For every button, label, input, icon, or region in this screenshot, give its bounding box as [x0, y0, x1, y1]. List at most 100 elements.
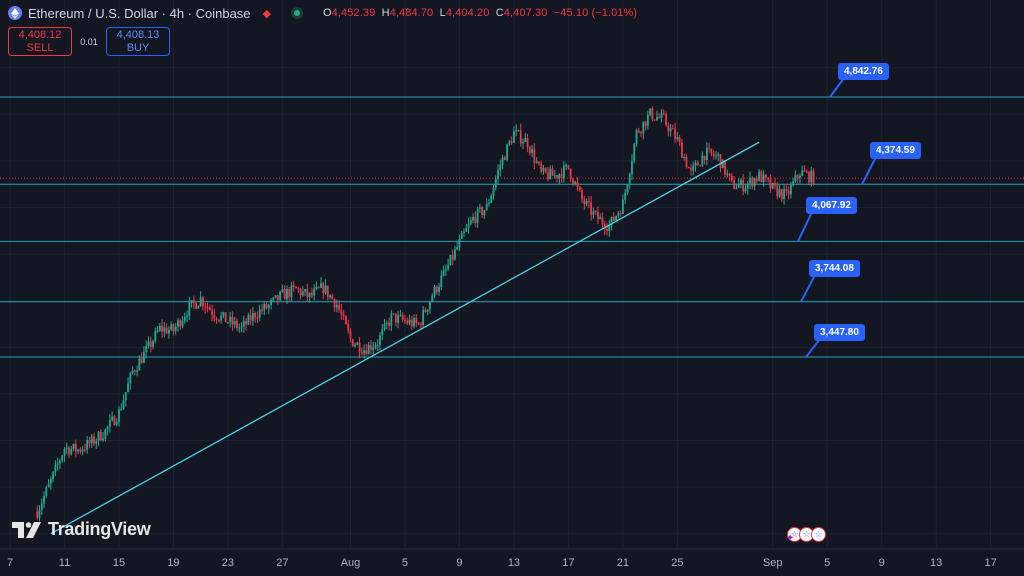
market-status-icon[interactable]	[291, 7, 304, 19]
candle	[492, 184, 495, 200]
sell-label: SELL	[26, 41, 54, 54]
candle	[556, 174, 558, 183]
level-callout[interactable]: 3,447.80	[814, 324, 865, 341]
x-tick-label: 15	[113, 557, 125, 569]
candle	[435, 285, 438, 295]
callout-pointer	[805, 338, 821, 358]
candle	[410, 315, 413, 330]
candle	[136, 365, 139, 377]
candle	[724, 159, 726, 178]
economic-events[interactable]: ✦ ☆ ☆ ☆	[786, 527, 826, 544]
buy-button[interactable]: 4,408.13 BUY	[106, 27, 170, 56]
candle	[124, 392, 127, 407]
candle	[597, 206, 599, 224]
candle	[304, 288, 306, 297]
low-value: 4,404.20	[445, 7, 490, 19]
candle	[524, 132, 527, 143]
tradingview-logo-icon	[12, 521, 41, 538]
open-label: O	[323, 7, 332, 19]
candle	[594, 210, 597, 215]
candle	[208, 304, 211, 311]
candle	[292, 280, 295, 292]
candle	[699, 164, 701, 167]
candle	[102, 432, 104, 442]
candle	[712, 150, 715, 160]
candle	[417, 321, 420, 326]
candle	[267, 303, 270, 315]
horizontal-levels[interactable]	[0, 77, 1024, 358]
candle	[224, 312, 227, 323]
candle	[544, 167, 547, 174]
candle	[474, 211, 477, 228]
candle	[646, 110, 649, 130]
candle	[433, 284, 436, 299]
close-value: 4,407.30	[503, 7, 548, 19]
candle	[572, 177, 574, 187]
sell-price: 4,408.12	[18, 28, 62, 41]
candle	[567, 165, 570, 170]
x-tick-label: 5	[824, 557, 830, 569]
candle	[808, 170, 810, 186]
candle	[506, 143, 509, 162]
candle	[317, 285, 320, 289]
trade-panel: 4,408.12 SELL 0.01 4,408.13 BUY	[8, 27, 170, 56]
symbol-title[interactable]: Ethereum / U.S. Dollar · 4h · Coinbase	[28, 6, 251, 21]
candle	[578, 185, 581, 192]
change-value: −45.10 (−1.01%)	[553, 7, 638, 19]
candle	[576, 177, 579, 192]
candle	[190, 300, 193, 308]
spread-value: 0.01	[80, 36, 98, 47]
candle	[708, 143, 711, 153]
candle	[463, 228, 465, 237]
candle	[401, 312, 404, 323]
candle	[283, 285, 286, 300]
price-chart[interactable]: 7 11 15 19 23 27 Aug 5 9 13 17 21 25 Sep 5 9 13 17	[0, 0, 1024, 576]
candle	[118, 406, 120, 427]
candle	[660, 109, 663, 123]
candle	[438, 282, 440, 296]
candle	[115, 418, 118, 427]
open-value: 4,452.39	[331, 7, 376, 19]
sell-button[interactable]: 4,408.12 SELL	[8, 27, 72, 56]
candle	[517, 129, 520, 132]
callout-pointer	[797, 211, 813, 242]
candle	[626, 184, 629, 196]
candle	[177, 317, 179, 332]
level-callout[interactable]: 4,067.92	[806, 197, 857, 214]
candle	[227, 321, 229, 324]
candle	[472, 213, 474, 224]
candle	[86, 435, 89, 454]
high-label: H	[381, 7, 390, 19]
candle	[313, 283, 316, 301]
candle	[342, 310, 345, 321]
candle	[478, 203, 481, 213]
candle	[667, 122, 670, 137]
level-callout[interactable]: 3,744.08	[809, 260, 860, 277]
candle	[569, 168, 572, 183]
candle	[508, 139, 511, 147]
us-flag-icon[interactable]: ☆	[811, 527, 826, 542]
candle	[238, 323, 241, 333]
candle	[628, 172, 631, 190]
candle	[608, 219, 611, 237]
candle	[442, 265, 445, 277]
ethereum-icon	[8, 6, 22, 20]
candle	[168, 326, 170, 339]
candle	[640, 130, 642, 138]
candle	[771, 182, 774, 190]
candle	[217, 319, 220, 323]
flag-icon[interactable]: ◆	[263, 7, 271, 20]
candle	[522, 138, 524, 150]
candle	[299, 287, 302, 300]
candle	[206, 302, 209, 313]
candle	[631, 154, 633, 181]
candle	[787, 186, 790, 200]
level-callout[interactable]: 4,842.76	[838, 63, 889, 80]
candle	[467, 217, 470, 234]
candle	[40, 498, 43, 516]
level-callout[interactable]: 4,374.59	[870, 142, 921, 159]
candle	[59, 458, 61, 470]
candle	[565, 163, 568, 171]
candle	[528, 145, 531, 156]
candle	[99, 429, 102, 442]
